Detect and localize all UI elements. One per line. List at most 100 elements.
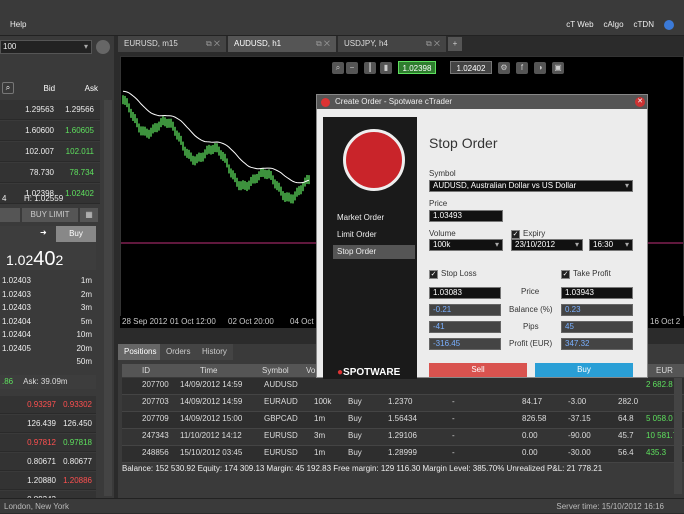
tab-positions[interactable]: Positions [118, 344, 163, 360]
cell-sym: EURAUD [264, 397, 298, 406]
buy-limit-button[interactable]: BUY LIMIT [22, 208, 78, 222]
cell-dir: Buy [348, 431, 362, 440]
volume-select[interactable]: 100k [429, 239, 503, 251]
sl-profit: -316.45 [429, 338, 501, 350]
status-sessions: London, New York [4, 502, 69, 511]
tab-label: AUDUSD, h1 [234, 39, 282, 48]
watchlist-row[interactable]: 102.007 102.011 [0, 142, 100, 162]
bid-header: Bid [43, 83, 56, 93]
watchlist-row[interactable]: 126.439 126.450 [0, 415, 96, 433]
symbol-select[interactable]: AUDUSD, Australian Dollar vs US Dollar [429, 180, 633, 192]
expiry-date[interactable]: 23/10/2012 [511, 239, 583, 251]
ctdn-link[interactable]: cTDN [634, 20, 654, 30]
cell-dir: Buy [348, 414, 362, 423]
cell-id: 207703 [142, 397, 169, 406]
ask-pre: .86 [2, 377, 14, 386]
candles-icon[interactable]: ▮ [380, 62, 392, 74]
ctweb-link[interactable]: cT Web [566, 20, 593, 30]
watchlist-row[interactable]: 0.93297 0.93302 [0, 396, 96, 414]
depth-time: 1m [80, 276, 92, 285]
tab-icons[interactable]: ⧉ ✕ [316, 36, 330, 52]
stop-loss-checkbox[interactable]: ✓ [429, 270, 438, 279]
watchlist-row[interactable]: 1.29563 1.29566 [0, 100, 100, 120]
tab-orders[interactable]: Orders [160, 344, 197, 360]
depth-row: 1.02403 2m [2, 290, 92, 303]
big-price-main: 40 [33, 248, 56, 270]
menu-limit-order[interactable]: Limit Order [333, 228, 415, 242]
symbol-select[interactable]: 100 [0, 40, 92, 54]
sl-pips: -41 [429, 321, 501, 333]
tab-icons[interactable]: ⧉ ✕ [426, 36, 440, 52]
sell-button[interactable]: Sell [429, 363, 527, 377]
search-icon[interactable]: ⌕ [2, 82, 14, 94]
table-row[interactable]: 247343 11/10/2012 14:12 EURUSD 3m Buy 1.29106… [122, 429, 684, 446]
cell-c: -30.00 [568, 448, 591, 457]
tab-label: USDJPY, h4 [344, 39, 388, 48]
watchlist-row[interactable]: 78.730 78.734 [0, 163, 100, 183]
depth-row: 1.02404 10m [2, 330, 92, 343]
menu-stop-order[interactable]: Stop Order [333, 245, 415, 259]
table-row[interactable]: 207703 14/09/2012 14:59 EURAUD 100k Buy 1.237… [122, 395, 684, 412]
symbol-label: Symbol [429, 169, 456, 178]
menu-market-order[interactable]: Market Order [333, 211, 415, 225]
cell-id: 247343 [142, 431, 169, 440]
menu-help[interactable]: Help [10, 20, 26, 29]
globe-icon[interactable] [664, 20, 674, 30]
cell-b: 0.00 [522, 448, 538, 457]
col-symbol: Symbol [262, 366, 289, 375]
facebook-icon[interactable]: f [516, 62, 528, 74]
expiry-time[interactable]: 16:30 [589, 239, 633, 251]
tab-usdjpy[interactable]: USDJPY, h4 ⧉ ✕ [338, 36, 446, 52]
theme-icon[interactable]: ◑ [534, 62, 546, 74]
add-tab-button[interactable]: + [448, 37, 462, 51]
zoom-out-icon[interactable]: − [346, 62, 358, 74]
watchlist-row[interactable]: 1.20880 1.20886 [0, 472, 96, 490]
tab-audusd[interactable]: AUDUSD, h1 ⧉ ✕ [228, 36, 336, 52]
table-row[interactable]: 248856 15/10/2012 03:45 EURUSD 1m Buy 1.28999… [122, 446, 684, 463]
chart-settings-icon[interactable]: ⚙ [498, 62, 510, 74]
settings-icon[interactable] [96, 40, 110, 54]
bid-value: 0.93297 [27, 400, 56, 409]
tab-history[interactable]: History [196, 344, 233, 360]
close-icon[interactable]: ✕ [635, 97, 645, 107]
positions-scrollbar[interactable] [674, 378, 682, 494]
watchlist-row[interactable]: 1.60600 1.60605 [0, 121, 100, 141]
tab-eurusd[interactable]: EURUSD, m15 ⧉ ✕ [118, 36, 226, 52]
depth-time: 20m [76, 343, 92, 353]
arrow-right-icon[interactable]: ➜ [40, 228, 47, 237]
ask-value: 1.60605 [65, 126, 94, 135]
button-small[interactable] [0, 208, 20, 222]
lock-icon[interactable]: ▣ [552, 62, 564, 74]
sl-price-input[interactable]: 1.03083 [429, 287, 501, 299]
buy-price-button[interactable]: 1.02402 [450, 61, 492, 74]
watchlist-header: ⌕ Bid Ask [0, 80, 100, 96]
price-col-label: Price [521, 287, 540, 296]
table-row[interactable]: 207709 14/09/2012 15:00 GBPCAD 1m Buy 1.56434… [122, 412, 684, 429]
tp-price-input[interactable]: 1.03943 [561, 287, 633, 299]
take-profit-checkbox[interactable]: ✓ [561, 270, 570, 279]
bars-icon[interactable]: ┃ [364, 62, 376, 74]
col-eur: EUR [656, 366, 673, 375]
ask-value: 0.80677 [63, 457, 92, 466]
buy-button[interactable]: Buy [56, 226, 96, 242]
zoom-icon[interactable]: ⌕ [332, 62, 344, 74]
tp-profit: 347.32 [561, 338, 633, 350]
watchlist-row[interactable]: 0.97812 0.97818 [0, 434, 96, 452]
calgo-link[interactable]: cAlgo [604, 20, 624, 30]
table-row[interactable]: 207700 14/09/2012 14:59 AUDUSD 2 682.8 [122, 378, 684, 395]
left-scrollbar[interactable] [104, 100, 112, 496]
cell-eur: 5 058.0 [646, 414, 673, 423]
ask-depth: Ask: 39.09m [23, 377, 68, 386]
buy-button[interactable]: Buy [535, 363, 633, 377]
tab-icons[interactable]: ⧉ ✕ [206, 36, 220, 52]
sell-price-button[interactable]: 1.02398 [398, 61, 436, 74]
x-tick: 01 Oct 12:00 [170, 317, 216, 326]
lo-value: 4 [2, 194, 7, 203]
expiry-checkbox[interactable]: ✓ [511, 230, 520, 239]
watchlist-row[interactable]: 0.80671 0.80677 [0, 453, 96, 471]
cell-d: 282.0 [618, 397, 639, 406]
calc-icon[interactable]: ▦ [80, 208, 98, 222]
dialog-title-text: Create Order - Spotware cTrader [335, 97, 453, 106]
price-input[interactable]: 1.03493 [429, 210, 503, 222]
bid-value: 102.007 [25, 147, 54, 156]
